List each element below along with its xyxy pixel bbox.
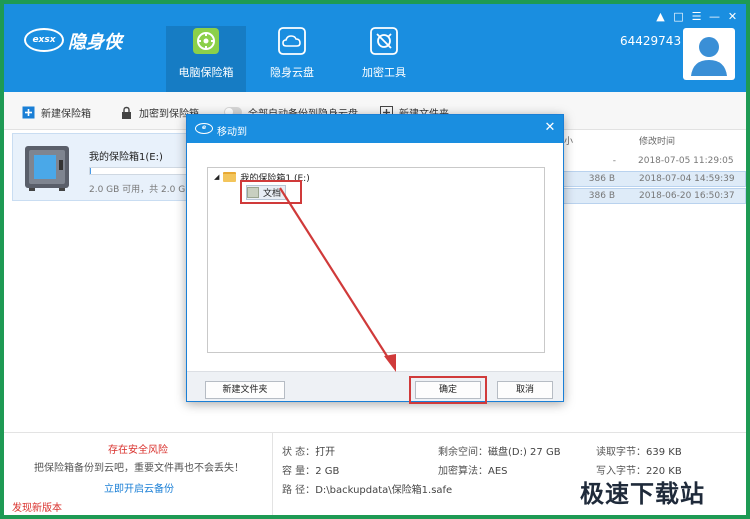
watermark-text: 极速下载站: [580, 480, 705, 508]
app-window: exsx 隐身侠 电脑保险箱 隐身云盘 加密工具 ▲ □ ☰ — ✕ 64429…: [4, 4, 746, 515]
annotation-arrow: [279, 187, 396, 372]
